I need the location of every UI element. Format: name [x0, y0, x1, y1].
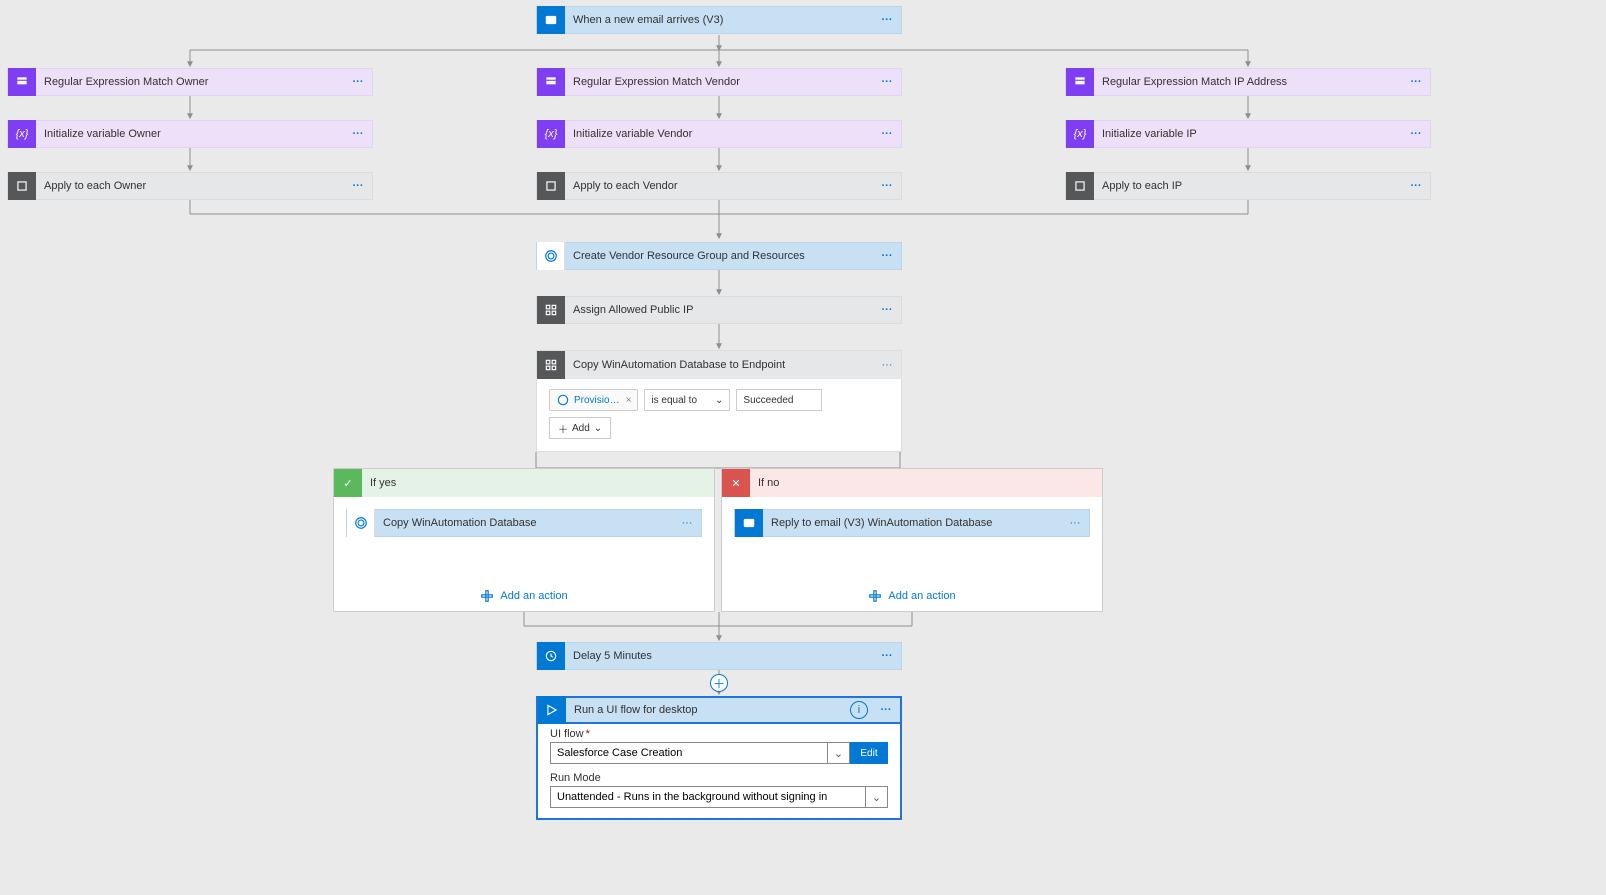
foreach-vendor[interactable]: Apply to each Vendor ··· [536, 172, 902, 200]
azure-arm-icon [347, 509, 375, 537]
if-yes-branch: ✓ If yes Copy WinAutomation Database ···… [333, 468, 715, 612]
reply-email-winautomation[interactable]: Reply to email (V3) WinAutomation Databa… [734, 509, 1090, 537]
close-icon: ✕ [722, 469, 750, 497]
if-yes-label: If yes [362, 477, 404, 489]
azure-arm-icon [537, 242, 565, 270]
menu-icon[interactable]: ··· [1402, 172, 1430, 200]
create-resource-group[interactable]: Create Vendor Resource Group and Resourc… [536, 242, 902, 270]
regex-ip[interactable]: Regular Expression Match IP Address ··· [1065, 68, 1431, 96]
menu-icon[interactable]: ··· [873, 359, 901, 371]
ui-flow-input[interactable] [550, 742, 828, 764]
regex-icon [8, 68, 36, 96]
menu-icon[interactable]: ··· [344, 120, 372, 148]
outlook-icon [537, 6, 565, 34]
run-mode-label: Run Mode [550, 772, 888, 784]
remove-token-icon[interactable]: × [626, 395, 632, 406]
add-action-icon [868, 589, 882, 603]
condition-value[interactable]: Succeeded [736, 389, 822, 411]
assign-public-ip[interactable]: Assign Allowed Public IP ··· [536, 296, 902, 324]
condition-operator[interactable]: is equal to⌄ [644, 389, 730, 411]
menu-icon[interactable]: ··· [873, 242, 901, 270]
menu-icon[interactable]: ··· [873, 172, 901, 200]
if-no-branch: ✕ If no Reply to email (V3) WinAutomatio… [721, 468, 1103, 612]
menu-icon[interactable]: ··· [873, 296, 901, 324]
loop-icon [537, 172, 565, 200]
insert-step-button[interactable]: ＋ [710, 674, 728, 692]
clock-icon [537, 642, 565, 670]
if-no-label: If no [750, 477, 787, 489]
menu-icon[interactable]: ··· [673, 509, 701, 537]
add-action-icon [480, 589, 494, 603]
regex-vendor[interactable]: Regular Expression Match Vendor ··· [536, 68, 902, 96]
delay-5-minutes[interactable]: Delay 5 Minutes ··· [536, 642, 902, 670]
variable-icon: {x} [537, 120, 565, 148]
init-var-ip[interactable]: {x} Initialize variable IP ··· [1065, 120, 1431, 148]
add-action-no[interactable]: Add an action [722, 579, 1102, 617]
foreach-owner[interactable]: Apply to each Owner ··· [7, 172, 373, 200]
menu-icon[interactable]: ··· [344, 172, 372, 200]
menu-icon[interactable]: ··· [873, 68, 901, 96]
scope-icon [537, 351, 565, 379]
foreach-ip[interactable]: Apply to each IP ··· [1065, 172, 1431, 200]
init-var-vendor[interactable]: {x} Initialize variable Vendor ··· [536, 120, 902, 148]
menu-icon[interactable]: ··· [873, 642, 901, 670]
ui-flow-label: UI flow [550, 728, 888, 740]
menu-icon[interactable]: ··· [344, 68, 372, 96]
loop-icon [8, 172, 36, 200]
trigger-email[interactable]: When a new email arrives (V3) ··· [536, 6, 902, 34]
menu-icon[interactable]: ··· [1402, 120, 1430, 148]
init-var-owner[interactable]: {x} Initialize variable Owner ··· [7, 120, 373, 148]
edit-button[interactable]: Edit [850, 742, 888, 764]
condition-card: Copy WinAutomation Database to Endpoint … [536, 350, 902, 452]
menu-icon[interactable]: ··· [873, 120, 901, 148]
info-icon[interactable]: i [850, 701, 868, 719]
trigger-label: When a new email arrives (V3) [565, 14, 873, 26]
scope-icon [537, 296, 565, 324]
regex-icon [537, 68, 565, 96]
chevron-down-icon: ⌄ [715, 395, 723, 406]
regex-icon [1066, 68, 1094, 96]
check-icon: ✓ [334, 469, 362, 497]
variable-icon: {x} [1066, 120, 1094, 148]
add-action-yes[interactable]: Add an action [334, 579, 714, 617]
run-ui-flow-desktop[interactable]: Run a UI flow for desktop i ··· [536, 696, 902, 724]
condition-token[interactable]: Provisio…× [549, 389, 638, 411]
condition-title: Copy WinAutomation Database to Endpoint [565, 359, 873, 371]
menu-icon[interactable]: ··· [1402, 68, 1430, 96]
regex-owner[interactable]: Regular Expression Match Owner ··· [7, 68, 373, 96]
ui-flow-icon [538, 696, 566, 724]
variable-icon: {x} [8, 120, 36, 148]
chevron-down-icon[interactable]: ⌄ [828, 742, 850, 764]
chevron-down-icon[interactable]: ⌄ [866, 786, 888, 808]
run-mode-select[interactable] [550, 786, 866, 808]
outlook-icon [735, 509, 763, 537]
ui-flow-params: UI flow ⌄ Edit Run Mode ⌄ [536, 724, 902, 820]
copy-winautomation-db[interactable]: Copy WinAutomation Database ··· [346, 509, 702, 537]
menu-icon[interactable]: ··· [873, 6, 901, 34]
add-condition-button[interactable]: ＋ Add ⌄ [549, 417, 611, 439]
menu-icon[interactable]: ··· [872, 696, 900, 724]
loop-icon [1066, 172, 1094, 200]
menu-icon[interactable]: ··· [1061, 509, 1089, 537]
